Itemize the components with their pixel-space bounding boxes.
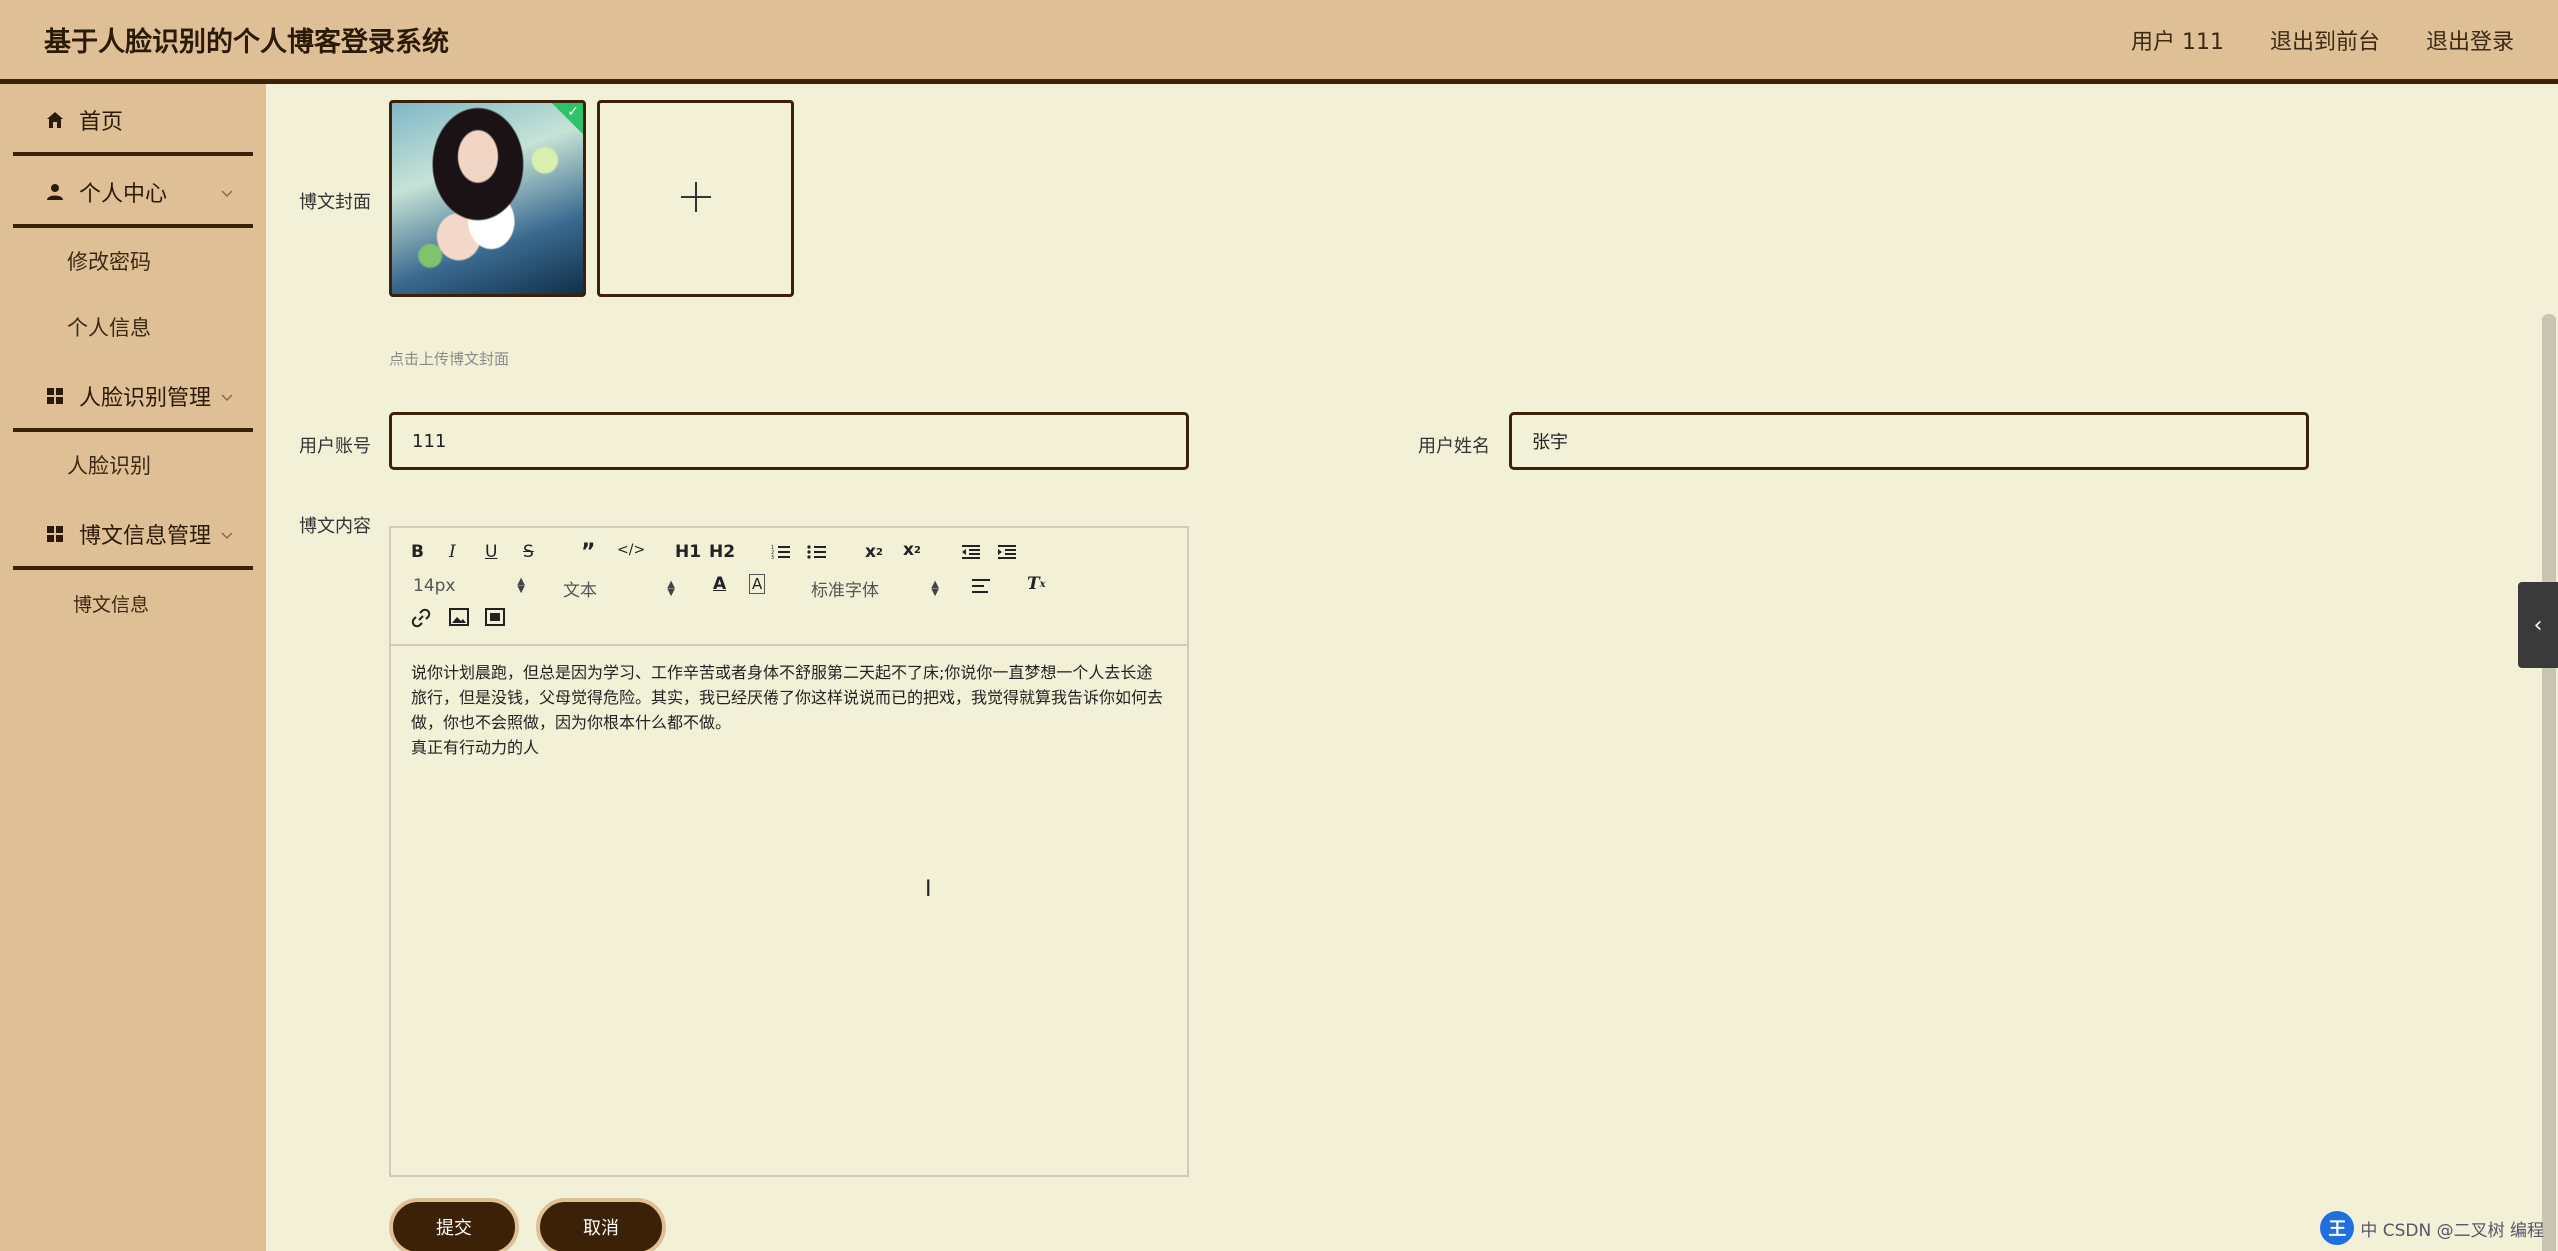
app-title: 基于人脸识别的个人博客登录系统 [44, 27, 449, 58]
account-label: 用户账号 [299, 436, 371, 457]
plus-icon [679, 180, 713, 218]
blockquote-icon[interactable]: ” [581, 540, 595, 565]
code-block-icon[interactable]: </> [617, 542, 645, 558]
sidebar-subitem-face-recognition[interactable]: 人脸识别 [13, 432, 253, 498]
text-cursor-icon: I [925, 877, 932, 902]
sidebar-item-personal-center[interactable]: 个人中心 [13, 156, 253, 228]
top-header: 基于人脸识别的个人博客登录系统 用户 111 退出到前台 退出登录 [0, 0, 2558, 84]
font-family-select[interactable]: 标准字体 ▲ ▼ [811, 576, 939, 601]
watermark-logo-icon: 王 [2320, 1211, 2355, 1245]
home-icon [45, 110, 65, 130]
sidebar-item-label: 个人中心 [79, 182, 168, 207]
outdent-icon[interactable] [961, 544, 981, 560]
clear-format-icon[interactable]: Tx [1027, 574, 1046, 594]
background-color-icon[interactable]: A [749, 574, 766, 594]
align-left-icon[interactable] [971, 578, 991, 594]
underline-icon[interactable]: U [485, 542, 497, 562]
sidebar-item-label: 首页 [79, 110, 124, 135]
ordered-list-icon[interactable]: 123 [771, 544, 791, 560]
header-actions: 用户 111 退出到前台 退出登录 [2131, 24, 2514, 56]
sidebar: 首页 个人中心 修改密码 个人信息 人脸识别管理 人脸识别 博文信息管理 博文信… [0, 84, 266, 1251]
chevron-down-icon [219, 524, 235, 540]
sidebar-subitem-personal-info[interactable]: 个人信息 [13, 294, 253, 360]
font-size-select[interactable]: 14px ▲ ▼ [413, 576, 525, 596]
current-user[interactable]: 用户 111 [2131, 24, 2224, 56]
link-icon[interactable] [411, 608, 431, 628]
watermark: 王 中 CSDN @二叉树 编程 [2320, 1211, 2544, 1245]
name-input[interactable] [1509, 412, 2309, 470]
sidebar-item-label: 人脸识别管理 [79, 386, 212, 411]
cover-upload-hint: 点击上传博文封面 [389, 350, 510, 368]
content-label: 博文内容 [299, 516, 371, 537]
cover-image-thumbnail[interactable]: ✓ [389, 100, 586, 297]
submit-button[interactable]: 提交 [389, 1198, 519, 1251]
svg-text:3: 3 [771, 555, 774, 560]
editor-toolbar: B I U S ” </> H1 H2 123 x2 x2 14px ▲ ▼ 文… [391, 528, 1187, 646]
select-arrows-icon: ▲ ▼ [517, 576, 525, 595]
watermark-text: 中 CSDN @二叉树 编程 [2360, 1220, 2544, 1241]
sidebar-item-blog-mgmt[interactable]: 博文信息管理 [13, 498, 253, 570]
video-icon[interactable] [485, 608, 505, 626]
image-icon[interactable] [449, 608, 469, 626]
sidebar-item-home[interactable]: 首页 [13, 84, 253, 156]
main-content: 博文封面 ✓ 点击上传博文封面 用户账号 用户姓名 博文内容 B I U S ”… [266, 84, 2534, 1251]
side-panel-toggle[interactable]: ‹ [2518, 582, 2558, 668]
back-to-front-link[interactable]: 退出到前台 [2270, 24, 2380, 56]
bullet-list-icon[interactable] [807, 544, 827, 560]
italic-icon[interactable]: I [449, 542, 456, 562]
content-paragraph: 说你计划晨跑，但总是因为学习、工作辛苦或者身体不舒服第二天起不了床;你说你一直梦… [411, 663, 1164, 732]
editor-content-area[interactable]: 说你计划晨跑，但总是因为学习、工作辛苦或者身体不舒服第二天起不了床;你说你一直梦… [391, 646, 1187, 774]
header-select[interactable]: 文本 ▲ ▼ [563, 576, 675, 601]
heading-1-icon[interactable]: H1 [675, 542, 701, 562]
sidebar-subitem-change-password[interactable]: 修改密码 [13, 228, 253, 294]
font-color-icon[interactable]: A [713, 574, 726, 594]
superscript-icon[interactable]: x2 [903, 540, 921, 560]
chevron-down-icon [219, 386, 235, 402]
scrollbar-thumb[interactable] [2542, 314, 2556, 1251]
cancel-button[interactable]: 取消 [536, 1198, 666, 1251]
logout-link[interactable]: 退出登录 [2426, 24, 2514, 56]
name-label: 用户姓名 [1418, 436, 1490, 457]
user-icon [45, 182, 65, 202]
grid-icon [45, 386, 65, 406]
header-select-value: 文本 [563, 581, 597, 601]
upload-cover-button[interactable] [597, 100, 794, 297]
indent-icon[interactable] [997, 544, 1017, 560]
rich-text-editor: B I U S ” </> H1 H2 123 x2 x2 14px ▲ ▼ 文… [389, 526, 1189, 1177]
font-size-value: 14px [413, 576, 456, 596]
account-input[interactable] [389, 412, 1189, 470]
select-arrows-icon: ▲ ▼ [931, 578, 939, 598]
grid-icon [45, 524, 65, 544]
select-arrows-icon: ▲ ▼ [667, 578, 675, 598]
sidebar-subitem-blog-info[interactable]: 博文信息 [13, 570, 253, 636]
cover-label: 博文封面 [299, 192, 371, 213]
content-line: 真正有行动力的人 [411, 738, 540, 757]
font-family-value: 标准字体 [811, 581, 879, 601]
chevron-left-icon: ‹ [2533, 612, 2543, 638]
chevron-down-icon [219, 182, 235, 198]
bold-icon[interactable]: B [411, 542, 424, 562]
sidebar-item-label: 博文信息管理 [79, 524, 212, 549]
strikethrough-icon[interactable]: S [523, 542, 534, 562]
subscript-icon[interactable]: x2 [865, 542, 883, 562]
heading-2-icon[interactable]: H2 [709, 542, 735, 562]
check-icon: ✓ [567, 104, 579, 120]
sidebar-item-face-mgmt[interactable]: 人脸识别管理 [13, 360, 253, 432]
